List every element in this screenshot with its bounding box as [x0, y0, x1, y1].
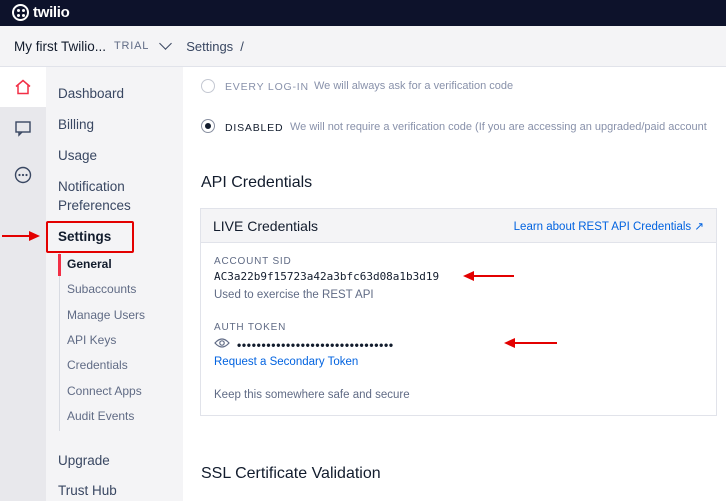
sidebar-item-upgrade[interactable]: Upgrade	[58, 451, 110, 470]
rest-api-credentials-link[interactable]: Learn about REST API Credentials ↗	[514, 219, 704, 233]
sidebar-sub-audit-events[interactable]: Audit Events	[67, 409, 134, 423]
sidebar-item-notification[interactable]: Notification	[58, 177, 125, 196]
auth-token-masked: ••••••••••••••••••••••••••••••••	[237, 338, 394, 352]
settings-highlight-box	[46, 221, 134, 253]
logo-text: twilio	[33, 4, 70, 21]
account-sid-value[interactable]: AC3a22b9f15723a42a3bfc63d08a1b3d19	[214, 270, 439, 283]
sidebar-item-usage[interactable]: Usage	[58, 146, 97, 165]
sidebar-item-preferences[interactable]: Preferences	[58, 196, 131, 215]
rail-home[interactable]	[0, 67, 46, 107]
auth-token-label: AUTH TOKEN	[214, 322, 287, 333]
account-sid-label: ACCOUNT SID	[214, 256, 292, 267]
sidebar-sub-general[interactable]: General	[67, 257, 112, 271]
submenu-line	[59, 251, 60, 431]
radio-disabled[interactable]	[201, 119, 215, 133]
project-name[interactable]: My first Twilio...	[14, 39, 106, 54]
breadcrumb-separator: /	[240, 38, 244, 54]
chat-icon	[15, 121, 31, 137]
sidebar-sub-subaccounts[interactable]: Subaccounts	[67, 282, 136, 296]
sidebar-item-dashboard[interactable]: Dashboard	[58, 84, 124, 103]
request-secondary-token-link[interactable]: Request a Secondary Token	[214, 356, 358, 368]
breadcrumb-settings[interactable]: Settings	[186, 39, 233, 54]
eye-icon[interactable]	[214, 337, 230, 349]
sidebar-sub-api-keys[interactable]: API Keys	[67, 333, 116, 347]
ssl-validation-heading: SSL Certificate Validation	[201, 465, 381, 482]
chevron-down-icon[interactable]	[159, 36, 173, 50]
option-disabled-label: DISABLED	[225, 122, 284, 134]
token-arrow-annotation	[504, 338, 557, 348]
more-icon	[14, 166, 32, 184]
active-indicator	[58, 254, 61, 276]
project-bar: My first Twilio... TRIAL Settings /	[0, 26, 726, 67]
home-icon	[15, 79, 31, 95]
trial-badge: TRIAL	[114, 40, 150, 52]
settings-arrow-annotation	[2, 231, 40, 241]
icon-rail	[0, 67, 46, 501]
sidebar-sub-manage-users[interactable]: Manage Users	[67, 308, 145, 322]
sidebar-sub-connect-apps[interactable]: Connect Apps	[67, 384, 142, 398]
account-sid-help: Used to exercise the REST API	[214, 289, 374, 301]
option-every-login-desc: We will always ask for a verification co…	[314, 80, 514, 92]
option-every-login-label: EVERY LOG-IN	[225, 81, 309, 93]
sid-arrow-annotation	[463, 271, 514, 281]
sidebar-item-billing[interactable]: Billing	[58, 115, 94, 134]
rail-more[interactable]	[0, 155, 46, 195]
auth-token-help: Keep this somewhere safe and secure	[214, 389, 410, 401]
rail-messaging[interactable]	[0, 108, 46, 148]
twilio-logo[interactable]: twilio	[12, 4, 70, 21]
card-title: LIVE Credentials	[213, 217, 319, 234]
live-credentials-card: LIVE Credentials Learn about REST API Cr…	[200, 208, 717, 416]
api-credentials-heading: API Credentials	[201, 174, 313, 191]
card-header: LIVE Credentials Learn about REST API Cr…	[201, 209, 716, 243]
option-disabled-desc: We will not require a verification code …	[290, 121, 707, 133]
sidebar-nav: Dashboard Billing Usage Notification Pre…	[46, 67, 183, 501]
main-content: EVERY LOG-IN We will always ask for a ve…	[183, 67, 726, 501]
sidebar-item-trust-hub[interactable]: Trust Hub	[58, 481, 117, 500]
sidebar-sub-credentials[interactable]: Credentials	[67, 358, 128, 372]
top-bar: twilio	[0, 0, 726, 26]
radio-every-login[interactable]	[201, 79, 215, 93]
twilio-logo-icon	[12, 4, 29, 21]
